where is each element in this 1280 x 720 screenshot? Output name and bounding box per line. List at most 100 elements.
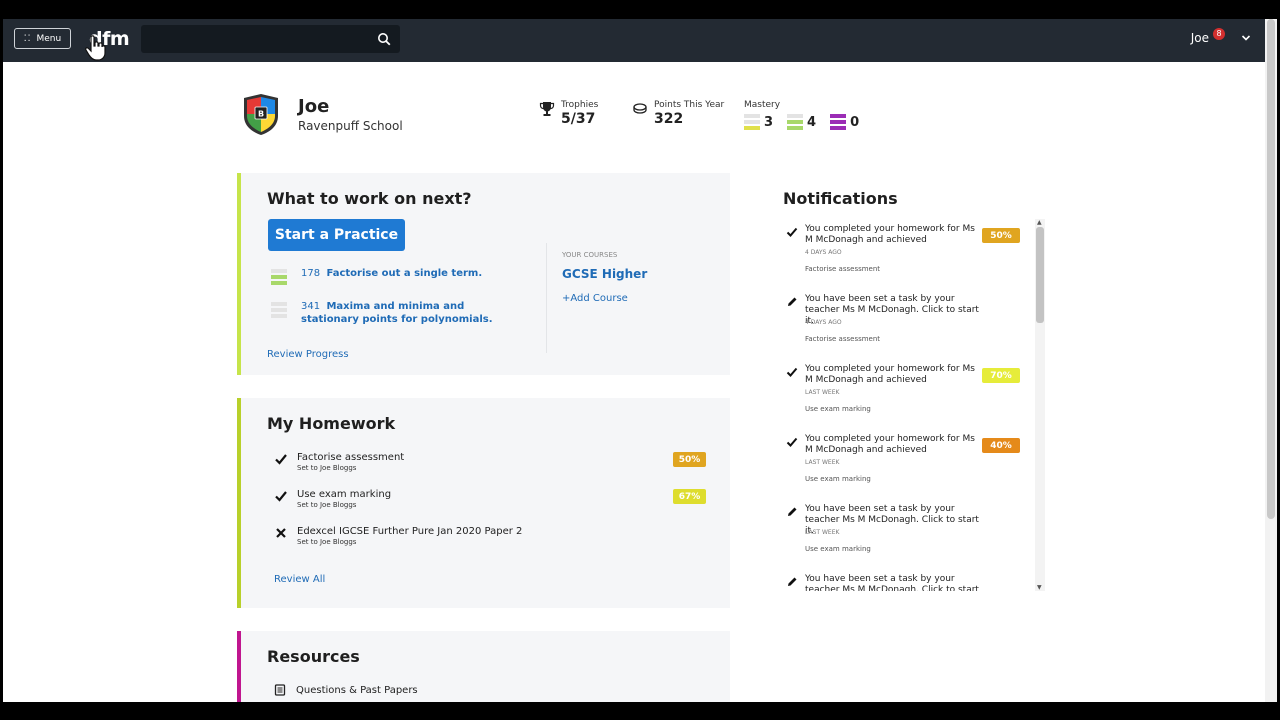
work-item[interactable]: 341 Maxima and minima and stationary poi… [271, 300, 521, 326]
homework-item[interactable]: Use exam marking Set to Joe Bloggs 67% [274, 489, 706, 509]
notification-item[interactable]: You completed your homework for Ms M McD… [783, 224, 1023, 284]
points-stat[interactable]: Points This Year 322 [633, 100, 725, 127]
mastery-bars-icon [271, 269, 287, 285]
check-icon [786, 227, 798, 237]
notification-item[interactable]: You completed your homework for Ms M McD… [783, 364, 1023, 424]
notifications-scrollbar-thumb[interactable] [1036, 227, 1044, 323]
top-navbar: ⁚⁚ Menu dfm Joe 8 [3, 19, 1277, 62]
notification-subject: Use exam marking [805, 545, 871, 553]
resources-card: Resources Questions & Past Papers [237, 631, 730, 702]
notification-time: LAST WEEK [805, 389, 840, 396]
notification-text: You completed your homework for Ms M McD… [805, 434, 975, 455]
review-progress-link[interactable]: Review Progress [267, 349, 349, 360]
notification-text: You completed your homework for Ms M McD… [805, 224, 975, 245]
skill-name: Maxima and minima and stationary points … [301, 301, 493, 325]
coins-icon [633, 103, 647, 114]
trophies-label: Trophies [561, 100, 599, 110]
your-courses-label: YOUR COURSES [562, 251, 618, 259]
browser-frame: ⁚⁚ Menu dfm Joe 8 B Joe Ravenpuff School… [3, 19, 1277, 702]
pencil-icon [788, 297, 797, 306]
resource-label: Questions & Past Papers [296, 684, 418, 696]
mastery-level-1: 3 [744, 114, 773, 130]
score-badge: 50% [673, 452, 706, 467]
mastery-bars-icon [744, 114, 760, 130]
search-icon[interactable] [377, 32, 391, 46]
school-crest-icon: B [244, 94, 278, 135]
notification-subject: Use exam marking [805, 405, 871, 413]
work-next-card: What to work on next? Start a Practice 1… [237, 173, 730, 375]
skill-number: 178 [301, 268, 321, 279]
add-course-link[interactable]: +Add Course [562, 293, 628, 304]
notification-badge: 8 [1213, 28, 1225, 40]
scroll-up-icon[interactable]: ▲ [1037, 219, 1042, 226]
resource-item[interactable]: Questions & Past Papers [274, 684, 418, 696]
notification-item[interactable]: You have been set a task by your teacher… [783, 574, 1023, 591]
score-badge: 40% [982, 438, 1020, 453]
notification-item[interactable]: You have been set a task by your teacher… [783, 294, 1023, 354]
homework-item[interactable]: Factorise assessment Set to Joe Bloggs 5… [274, 452, 706, 472]
points-value: 322 [654, 111, 684, 127]
score-badge: 70% [982, 368, 1020, 383]
mastery-bars-icon [830, 114, 847, 130]
hand-cursor-icon [85, 35, 106, 61]
skill-name: Factorise out a single term. [326, 268, 483, 279]
score-badge: 50% [982, 228, 1020, 243]
cross-icon [276, 528, 286, 538]
mastery-level-3: 0 [830, 114, 859, 130]
homework-item-title: Factorise assessment [297, 452, 405, 463]
points-label: Points This Year [654, 100, 725, 110]
review-all-link[interactable]: Review All [274, 574, 325, 585]
notification-text: You completed your homework for Ms M McD… [805, 364, 975, 385]
homework-card: My Homework Factorise assessment Set to … [237, 398, 730, 608]
pencil-icon [788, 507, 797, 516]
check-icon [275, 454, 287, 465]
work-next-title: What to work on next? [267, 189, 472, 208]
trophies-stat[interactable]: Trophies 5/37 [539, 100, 599, 127]
profile-school: Ravenpuff School [298, 118, 403, 133]
check-icon [786, 367, 798, 377]
homework-item[interactable]: Edexcel IGCSE Further Pure Jan 2020 Pape… [274, 526, 706, 546]
search-input[interactable] [141, 25, 400, 53]
mastery-bars-icon [271, 302, 287, 326]
notification-time: LAST WEEK [805, 459, 840, 466]
notifications-list[interactable]: You completed your homework for Ms M McD… [783, 219, 1045, 591]
check-icon [275, 491, 287, 502]
menu-button[interactable]: ⁚⁚ Menu [14, 28, 71, 49]
course-link[interactable]: GCSE Higher [562, 267, 647, 281]
mastery-stat[interactable]: Mastery 3 4 0 [744, 100, 859, 130]
svg-text:B: B [258, 110, 264, 119]
notification-text: You have been set a task by your teacher… [805, 574, 979, 591]
notification-subject: Factorise assessment [805, 335, 881, 343]
notification-time: LAST WEEK [805, 529, 840, 536]
mastery-bars-icon [787, 114, 804, 130]
pencil-icon [788, 577, 797, 586]
notification-item[interactable]: You have been set a task by your teacher… [783, 504, 1023, 564]
homework-item-subtitle: Set to Joe Bloggs [297, 538, 357, 546]
resources-title: Resources [267, 647, 360, 666]
start-practice-button[interactable]: Start a Practice [268, 219, 405, 251]
notification-time: 4 DAYS AGO [805, 249, 842, 256]
page-scrollbar-thumb[interactable] [1267, 19, 1275, 519]
mastery-count: 4 [807, 114, 817, 130]
homework-item-subtitle: Set to Joe Bloggs [297, 501, 357, 509]
work-item[interactable]: 178 Factorise out a single term. [271, 267, 482, 285]
mastery-count: 3 [764, 114, 774, 130]
scroll-down-icon[interactable]: ▼ [1037, 584, 1042, 591]
card-divider [546, 243, 547, 353]
notification-item[interactable]: You completed your homework for Ms M McD… [783, 434, 1023, 494]
notification-time: 4 DAYS AGO [805, 319, 842, 326]
trophy-icon [539, 102, 555, 116]
document-icon [274, 684, 286, 696]
chevron-down-icon [1241, 35, 1251, 41]
notifications-scrollbar[interactable]: ▲ ▼ [1035, 219, 1045, 591]
check-icon [786, 437, 798, 447]
homework-title: My Homework [267, 414, 396, 433]
mastery-count: 0 [850, 114, 860, 130]
menu-dots-icon: ⁚⁚ [23, 33, 32, 44]
skill-number: 341 [301, 301, 321, 312]
profile-name: Joe [298, 95, 330, 117]
homework-item-subtitle: Set to Joe Bloggs [297, 464, 357, 472]
profile-header: B Joe Ravenpuff School [240, 92, 403, 136]
page-scrollbar[interactable] [1265, 19, 1277, 702]
user-menu[interactable]: Joe 8 [1191, 28, 1251, 45]
